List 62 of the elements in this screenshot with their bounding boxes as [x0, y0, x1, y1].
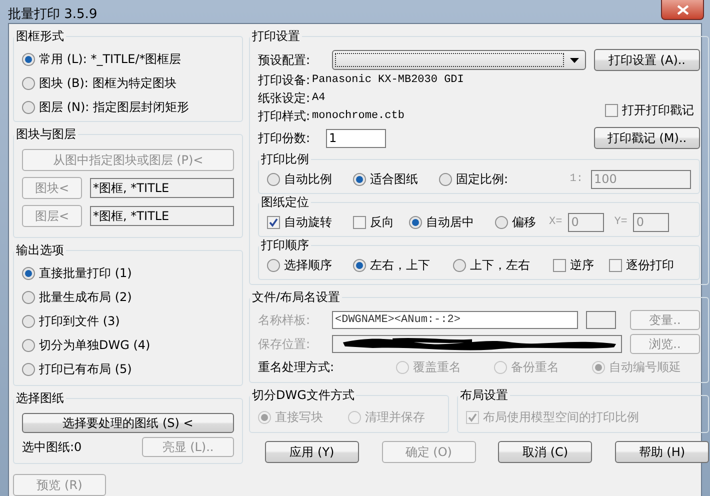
radio-button[interactable]: 自动居中	[409, 214, 495, 230]
group-title: 切分DWG文件方式	[251, 387, 356, 404]
radio-button[interactable]: 图层 (N): 指定图层封闭矩形	[22, 95, 234, 119]
radio-button[interactable]: 偏移	[495, 214, 539, 230]
input-field[interactable]	[586, 311, 616, 329]
radio-button[interactable]: 打印到文件 (3)	[22, 309, 234, 333]
rename-label: 重名处理方式:	[258, 358, 336, 376]
copies-field[interactable]: 1	[326, 128, 386, 148]
close-button[interactable]	[661, 0, 704, 20]
info-value: monochrome.ctb	[312, 110, 404, 122]
radio-button[interactable]: 自动比例	[267, 170, 353, 188]
radio-button[interactable]: 打印已有布局 (5)	[22, 357, 234, 381]
preset-dropdown[interactable]	[332, 50, 586, 70]
group-title: 图块与图层	[15, 126, 77, 143]
input-field[interactable]: *图框, *TITLE	[90, 206, 234, 226]
close-icon	[676, 4, 688, 14]
ratio-label: 1:	[570, 173, 583, 185]
group-title: 图纸定位	[260, 194, 310, 211]
template-label: 名称样板:	[258, 312, 312, 328]
offset-label: X=	[549, 216, 562, 228]
group-title: 布局设置	[459, 387, 509, 404]
select-sheets-button[interactable]: 选择要处理的图纸 (S) <	[22, 413, 234, 433]
preset-label: 预设配置:	[258, 52, 312, 68]
dialog-button[interactable]: 取消 (C)	[498, 441, 592, 463]
group-title: 输出选项	[15, 242, 65, 259]
group-title: 文件/布局名设置	[251, 289, 342, 306]
radio-button[interactable]: 直接批量打印 (1)	[22, 261, 234, 285]
radio-button[interactable]: 固定比例:	[439, 170, 539, 188]
checkbox[interactable]: 逆序	[553, 256, 609, 274]
offset-label: Y=	[614, 216, 628, 228]
print-setup-button[interactable]: 打印设置 (A)..	[594, 49, 700, 71]
checkbox[interactable]: 反向	[353, 214, 409, 230]
group-title: 打印顺序	[260, 237, 310, 254]
radio-button[interactable]: 选择顺序	[267, 256, 353, 274]
caret-icon	[570, 58, 579, 62]
input-field[interactable]: *图框, *TITLE	[90, 178, 234, 198]
info-label: 打印样式:	[258, 108, 310, 124]
dialog-button[interactable]: 应用 (Y)	[265, 441, 359, 463]
group-title: 图框形式	[15, 28, 65, 45]
radio-button[interactable]: 常用 (L): *_TITLE/*图框层	[22, 47, 234, 71]
save-location-label: 保存位置:	[258, 336, 312, 352]
info-value: A4	[312, 92, 326, 104]
radio-button[interactable]: 切分为单独DWG (4)	[22, 333, 234, 357]
checkbox[interactable]: 逐份打印	[609, 256, 674, 274]
info-value: Panasonic KX-MB2030 GDI	[312, 74, 464, 86]
checkbox[interactable]: 打开打印戳记	[605, 102, 694, 119]
group-title: 打印设置	[251, 28, 301, 45]
radio-button[interactable]: 批量生成布局 (2)	[22, 285, 234, 309]
radio-button[interactable]: 上下，左右	[453, 256, 553, 274]
selected-count: 选中图纸:0	[22, 438, 82, 456]
radio-button[interactable]: 适合图纸	[353, 170, 439, 188]
info-label: 打印设备:	[258, 72, 310, 88]
radio-button[interactable]: 左右，上下	[353, 256, 453, 274]
checkbox[interactable]: 自动旋转	[267, 214, 353, 230]
group-title: 选择图纸	[15, 390, 65, 407]
group-title: 打印比例	[260, 151, 310, 168]
dialog-button[interactable]: 帮助 (H)	[614, 441, 709, 463]
info-label: 纸张设定:	[258, 90, 310, 106]
window-title: 批量打印 3.5.9	[8, 6, 98, 23]
stamp-button[interactable]: 打印戳记 (M)..	[594, 127, 700, 149]
copies-label: 打印份数:	[258, 130, 310, 146]
radio-button[interactable]: 图块 (B): 图框为特定图块	[22, 71, 234, 95]
